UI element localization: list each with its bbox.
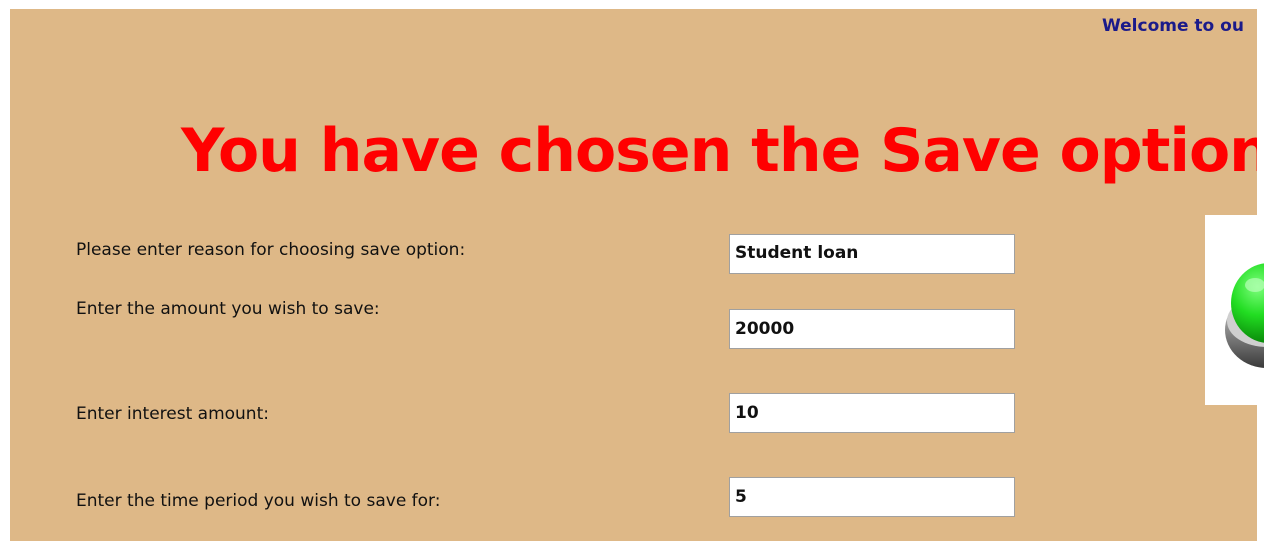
green-button-icon xyxy=(1225,263,1264,368)
period-label: Enter the time period you wish to save f… xyxy=(76,491,441,511)
interest-label: Enter interest amount: xyxy=(76,404,269,424)
reason-label: Please enter reason for choosing save op… xyxy=(76,240,466,260)
save-image-panel xyxy=(1205,215,1264,405)
amount-input[interactable] xyxy=(729,309,1015,349)
amount-label: Enter the amount you wish to save: xyxy=(76,299,380,319)
welcome-text: Welcome to ou xyxy=(1102,16,1244,36)
interest-input[interactable] xyxy=(729,393,1015,433)
save-option-window: Welcome to ou You have chosen the Save o… xyxy=(10,9,1257,541)
reason-input[interactable] xyxy=(729,234,1015,274)
page-title: You have chosen the Save option! xyxy=(181,116,1257,186)
period-input[interactable] xyxy=(729,477,1015,517)
